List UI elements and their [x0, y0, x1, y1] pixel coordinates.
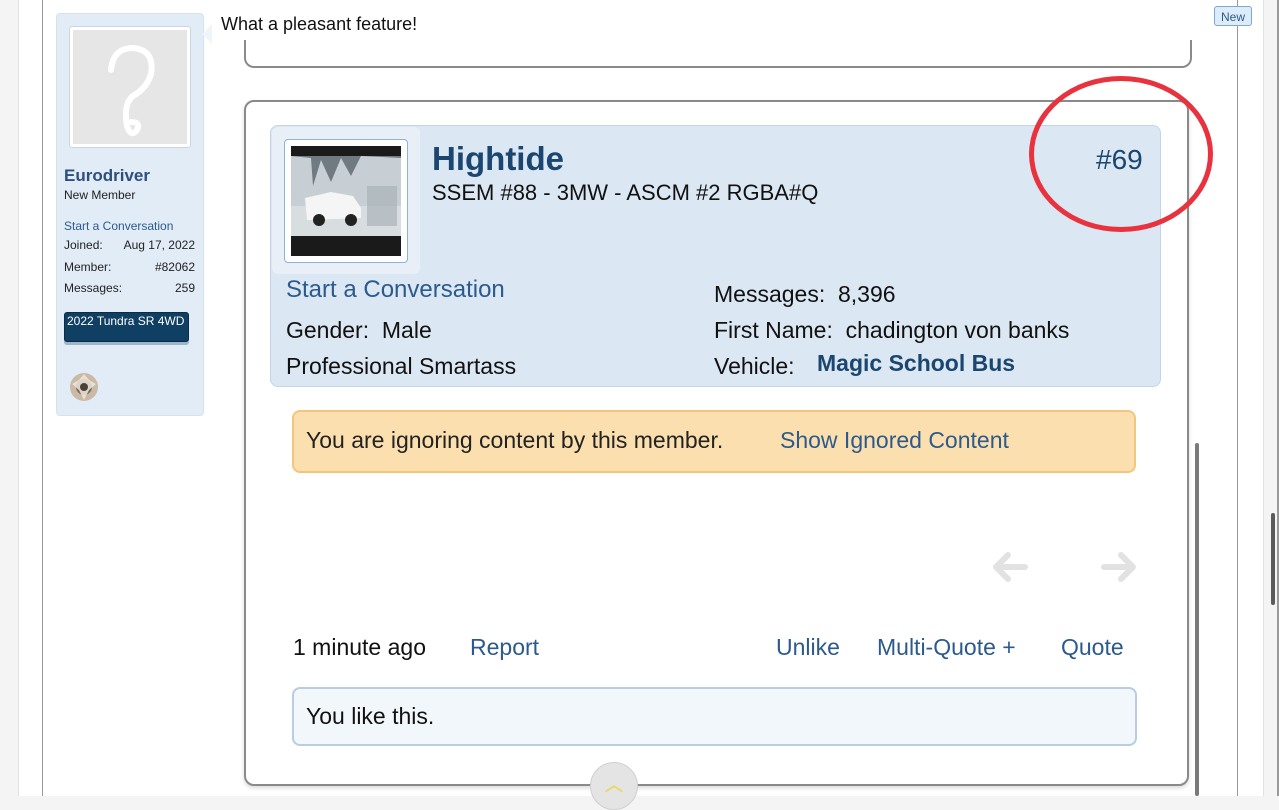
messages-label: Messages:: [714, 281, 826, 307]
scrollbar[interactable]: [1195, 443, 1199, 796]
custom-title: Professional Smartass: [286, 353, 517, 379]
likes-summary: You like this.: [306, 703, 435, 729]
stat-value: 259: [174, 281, 195, 295]
show-ignored-content-link[interactable]: Show Ignored Content: [780, 427, 1009, 454]
post-timestamp[interactable]: 1 minute ago: [293, 634, 426, 661]
avatar-photo: [291, 146, 401, 256]
member-title: New Member: [64, 188, 136, 202]
vehicle-label: Vehicle:: [714, 353, 795, 379]
bubble-arrow: [202, 24, 212, 44]
page-scrollbar[interactable]: [1271, 513, 1275, 605]
member-info-panel: Eurodriver New Member Start a Conversati…: [56, 13, 204, 416]
chevron-up-icon: ︿: [605, 775, 623, 795]
quote-link[interactable]: Quote: [1061, 634, 1124, 661]
stat-value: #82062: [154, 260, 195, 274]
member-name[interactable]: Eurodriver: [64, 166, 150, 186]
messages-value: 8,396: [838, 281, 896, 307]
avatar[interactable]: [69, 26, 191, 148]
first-name-label: First Name:: [714, 317, 833, 343]
start-conversation-link[interactable]: Start a Conversation: [64, 219, 173, 233]
gender-value: Male: [381, 317, 432, 343]
unlike-link[interactable]: Unlike: [776, 634, 840, 661]
scroll-to-top-button[interactable]: ︿: [590, 762, 638, 810]
arrow-right-icon[interactable]: [1101, 552, 1137, 582]
messages-field: Messages: 8,396: [714, 281, 896, 308]
gender-label: Gender:: [286, 317, 370, 343]
post-author-name[interactable]: Hightide: [432, 140, 564, 178]
question-mark-avatar-icon: [73, 30, 187, 144]
stat-label: Joined:: [64, 238, 103, 252]
badge-icon: [67, 370, 101, 404]
post-author-signature: SSEM #88 - 3MW - ASCM #2 RGBA#Q: [432, 180, 819, 205]
quoted-post-bottom: [244, 40, 1192, 68]
arrow-left-icon[interactable]: [992, 552, 1028, 582]
avatar[interactable]: [284, 139, 408, 263]
highlight-circle-annotation: [1029, 76, 1213, 232]
stat-label: Member:: [64, 260, 112, 274]
ignore-notice-text: You are ignoring content by this member.: [306, 427, 724, 453]
start-conversation-link[interactable]: Start a Conversation: [286, 276, 505, 304]
report-link[interactable]: Report: [470, 634, 539, 661]
gender-field: Gender: Male: [286, 317, 432, 344]
stat-label: Messages:: [64, 281, 123, 295]
vehicle-link[interactable]: Magic School Bus: [817, 350, 1015, 377]
stat-value: Aug 17, 2022: [123, 238, 195, 252]
vehicle-banner: 2022 Tundra SR 4WD: [64, 312, 189, 342]
new-badge[interactable]: New: [1214, 6, 1252, 26]
multi-quote-link[interactable]: Multi-Quote +: [877, 634, 1016, 661]
first-name-field: First Name: chadington von banks: [714, 317, 1069, 344]
message-text: What a pleasant feature!: [221, 14, 418, 34]
first-name-value: chadington von banks: [845, 317, 1070, 343]
